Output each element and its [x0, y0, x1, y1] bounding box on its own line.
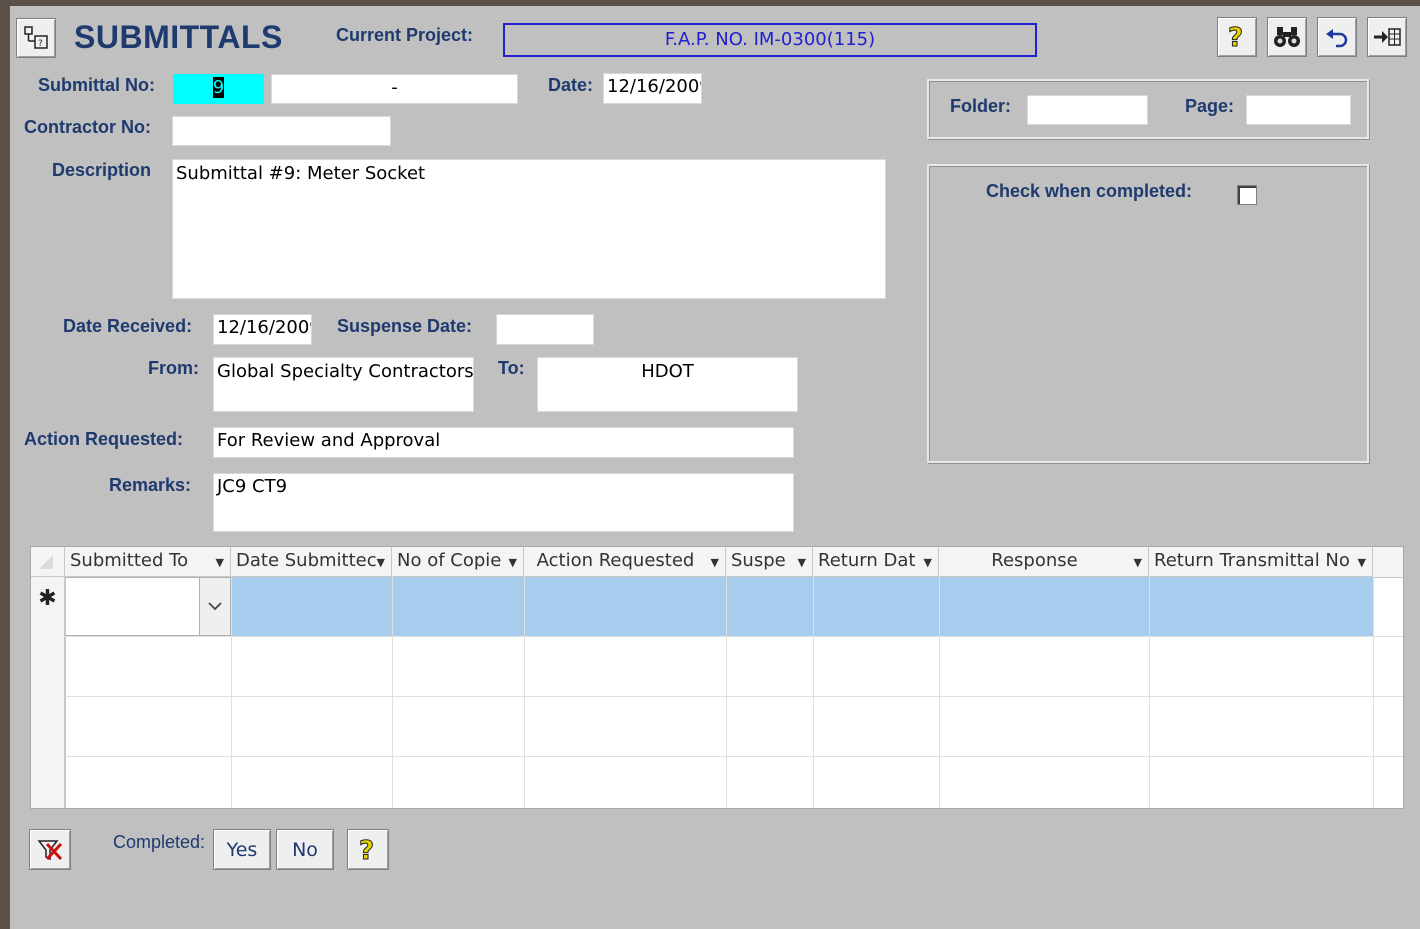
suspense-date-field[interactable] [496, 314, 594, 345]
col-header-return-transmittal-no[interactable]: Return Transmittal No ▼ [1149, 547, 1373, 577]
row-selector-new[interactable]: ✱ [31, 577, 65, 636]
to-label: To: [498, 358, 525, 378]
submittal-suffix-field[interactable]: - [271, 74, 518, 104]
submittal-history-grid[interactable]: Submitted To ▼ Date Submittec ▼ No of Copi… [30, 546, 1404, 809]
sort-arrow-icon[interactable]: ▼ [924, 556, 932, 569]
from-label: From: [148, 358, 199, 378]
check-completed-checkbox[interactable] [1237, 185, 1257, 205]
submittal-no-value: 9 [212, 77, 225, 98]
submittal-no-label: Submittal No: [38, 75, 155, 95]
page-title: SUBMITTALS [74, 19, 283, 55]
exit-button[interactable] [1367, 17, 1407, 57]
action-requested-label: Action Requested: [24, 429, 184, 449]
to-field[interactable]: HDOT [537, 357, 798, 412]
col-header-action-requested[interactable]: Action Requested ▼ [524, 547, 726, 577]
switchboard-button[interactable]: ? [16, 18, 56, 58]
completed-yes-button[interactable]: Yes [213, 829, 271, 870]
undo-icon [1326, 29, 1348, 48]
svg-text:?: ? [1228, 23, 1243, 52]
sort-arrow-icon[interactable]: ▼ [711, 556, 719, 569]
col-header-submitted-to[interactable]: Submitted To ▼ [65, 547, 231, 577]
remarks-field[interactable]: JC9 CT9 [213, 473, 794, 532]
folder-label: Folder: [950, 96, 1011, 116]
grid-record-selector-column [31, 636, 65, 808]
completed-no-button[interactable]: No [276, 829, 334, 870]
submitted-to-combobox[interactable] [65, 577, 231, 636]
remarks-label: Remarks: [109, 475, 192, 495]
svg-text:?: ? [38, 39, 43, 49]
switchboard-icon: ? [24, 26, 48, 49]
sort-arrow-icon[interactable]: ▼ [377, 556, 385, 569]
suspense-date-label: Suspense Date: [337, 316, 473, 336]
completed-label: Completed: [113, 832, 206, 852]
binoculars-icon [1274, 27, 1300, 47]
grid-select-all[interactable] [31, 547, 65, 577]
sort-arrow-icon[interactable]: ▼ [1358, 556, 1366, 569]
sort-arrow-icon[interactable]: ▼ [509, 556, 517, 569]
col-header-date-submitted[interactable]: Date Submittec ▼ [231, 547, 392, 577]
sort-arrow-icon[interactable]: ▼ [216, 556, 224, 569]
from-field[interactable]: Global Specialty Contractors [213, 357, 474, 412]
description-field[interactable]: Submittal #9: Meter Socket [172, 159, 886, 299]
folder-field[interactable] [1027, 95, 1148, 125]
action-requested-field[interactable]: For Review and Approval [213, 427, 794, 458]
date-field[interactable]: 12/16/2009 [603, 73, 702, 104]
new-record-icon: ✱ [38, 585, 57, 610]
date-received-field[interactable]: 12/16/2009 [213, 314, 312, 345]
grid-new-row[interactable] [65, 577, 1373, 636]
current-project-field[interactable]: F.A.P. NO. IM-0300(115) [503, 23, 1037, 57]
svg-text:?: ? [359, 836, 374, 865]
current-project-label: Current Project: [336, 25, 474, 45]
sort-arrow-icon[interactable]: ▼ [1134, 556, 1142, 569]
combobox-dropdown-button[interactable] [199, 578, 230, 635]
col-header-response[interactable]: Response ▼ [939, 547, 1149, 577]
chevron-down-icon [208, 602, 222, 611]
check-completed-label: Check when completed: [986, 181, 1193, 201]
date-received-label: Date Received: [63, 316, 193, 336]
contractor-no-field[interactable] [172, 116, 391, 146]
footer-help-button[interactable]: ? [347, 829, 389, 870]
completion-group [927, 164, 1369, 463]
grid-header-filler [1373, 547, 1403, 578]
contractor-no-label: Contractor No: [24, 117, 151, 137]
description-label: Description [52, 160, 152, 180]
find-button[interactable] [1267, 17, 1307, 57]
submittal-no-field[interactable]: 9 [173, 74, 264, 104]
help-icon: ? [359, 835, 375, 865]
col-header-return-date[interactable]: Return Dat ▼ [813, 547, 939, 577]
undo-button[interactable] [1317, 17, 1357, 57]
col-header-no-of-copies[interactable]: No of Copie ▼ [392, 547, 524, 577]
help-button[interactable]: ? [1217, 17, 1257, 57]
remove-filter-button[interactable] [29, 829, 71, 870]
exit-icon [1374, 28, 1401, 46]
col-header-suspense[interactable]: Suspe ▼ [726, 547, 813, 577]
help-icon: ? [1228, 23, 1244, 53]
page-field[interactable] [1246, 95, 1351, 125]
page-label: Page: [1185, 96, 1235, 116]
remove-filter-icon [37, 839, 63, 860]
date-label: Date: [548, 75, 594, 95]
sort-arrow-icon[interactable]: ▼ [798, 556, 806, 569]
